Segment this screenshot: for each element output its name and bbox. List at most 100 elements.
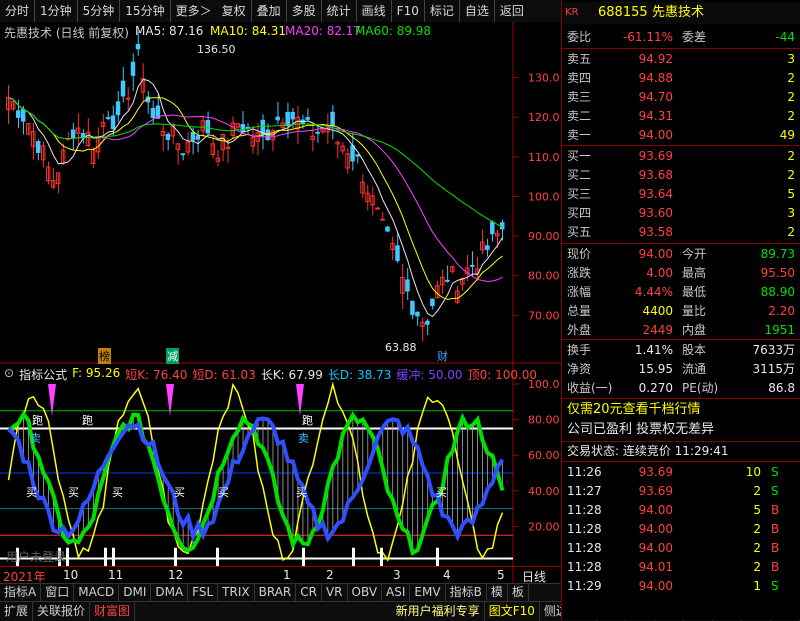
indicator-tab-2[interactable]: MACD [74, 584, 120, 601]
indicator-tab-13[interactable]: 指标B [446, 584, 487, 601]
tick-side: B [771, 503, 780, 517]
candle-body [395, 245, 400, 261]
candle-body [470, 264, 475, 267]
indicator-tab-10[interactable]: OBV [348, 584, 383, 601]
month-tick-3: 1 [283, 568, 291, 582]
sell-row-1[interactable]: 卖一 94.00 49 [562, 126, 800, 145]
indicator-tab-5[interactable]: FSL [188, 584, 219, 601]
toolbar-2[interactable]: 5分钟 [78, 0, 121, 22]
indicator-menu-icon[interactable]: ⊙ [4, 366, 14, 383]
buy-row-3[interactable]: 买三 93.64 5 [562, 185, 800, 204]
ind-top: 顶0: 100.00 [467, 368, 538, 382]
candle-body [150, 108, 156, 118]
buy-row-5[interactable]: 买五 93.58 2 [562, 223, 800, 242]
bottom-bar-1[interactable]: 关联报价 [33, 602, 91, 621]
ind-signal-label: 跑 [32, 414, 43, 427]
buy-volume: 2 [787, 225, 795, 239]
ind-dd: 短D: 61.03 [192, 368, 256, 382]
indicator-tab-4[interactable]: DMA [151, 584, 189, 601]
indicator-tab-7[interactable]: BRAR [255, 584, 297, 601]
month-tick-7: 5 [497, 568, 505, 582]
bottom-bar-2[interactable]: 财富图 [90, 602, 136, 621]
stat2-value-2: 7633万 [752, 343, 795, 357]
tick-row: 11:29 94.00 1 S [562, 577, 800, 596]
candle-body [125, 97, 131, 100]
tick-price: 94.00 [638, 522, 673, 536]
toolbar-0[interactable]: 分时 [0, 0, 36, 22]
side-tab-0[interactable]: 图文F10 [485, 602, 540, 621]
candle-body [425, 320, 430, 325]
buy-price: 93.64 [638, 187, 673, 201]
indicator-tab-9[interactable]: VR [322, 584, 348, 601]
sell-row-2[interactable]: 卖二 94.31 2 [562, 107, 800, 126]
kline-chart[interactable]: 130.0120.0110.0100.090.0080.0070.00 100.… [0, 22, 561, 583]
candle-body [205, 120, 211, 134]
buy-label: 买四 [567, 206, 592, 220]
indicator-tab-bar: 指标A 窗口 MACD DMI DMA FSL TRIX BRAR CR VR OBV ASI EMV 指… [0, 583, 561, 601]
trade-state-text: 交易状态: 连续竞价 11:29:41 [567, 444, 729, 458]
stat-label-2: 今开 [682, 247, 707, 261]
tag-cai[interactable]: 财 [437, 348, 448, 364]
indicator-tab-14[interactable]: 模 [487, 584, 508, 601]
weibi-value: -61.11% [622, 30, 673, 44]
toolbar-5[interactable]: 复权 [217, 0, 252, 22]
candle-body [130, 61, 136, 76]
toolbar-10[interactable]: F10 [392, 0, 425, 22]
ind-signal-label: 跑 [82, 414, 93, 427]
notice-2[interactable]: 公司已盈利 投票权无差异 [562, 420, 800, 440]
ind-bottom-bar [112, 547, 115, 566]
toolbar-8[interactable]: 统计 [322, 0, 357, 22]
stat2-label: 收益(一) [567, 381, 613, 395]
stock-name[interactable]: 先惠技术 [652, 2, 704, 24]
buy-row-1[interactable]: 买一 93.69 2 [562, 147, 800, 166]
stat2-label-2: PE(动) [682, 381, 719, 395]
stat2-label: 净资 [567, 362, 592, 376]
tick-price: 93.69 [638, 484, 673, 498]
sell-row-3[interactable]: 卖三 94.70 2 [562, 88, 800, 107]
toolbar-11[interactable]: 标记 [425, 0, 460, 22]
sell-row-4[interactable]: 卖四 94.88 2 [562, 69, 800, 88]
month-tick-6: 4 [443, 568, 451, 582]
stat-value-2: 95.50 [760, 266, 795, 280]
kr-icon: KR [565, 7, 579, 18]
bottom-bar-0[interactable]: 扩展 [0, 602, 34, 621]
candle-body [380, 218, 385, 221]
buy-row-4[interactable]: 买四 93.60 3 [562, 204, 800, 223]
candle-body [490, 221, 495, 235]
indicator-tab-12[interactable]: EMV [410, 584, 446, 601]
toolbar-4[interactable]: 更多＞ [171, 0, 217, 22]
buy-price: 93.69 [638, 149, 673, 163]
tag-jian[interactable]: 减 [166, 348, 179, 364]
tag-bang[interactable]: 榜 [98, 348, 111, 364]
tick-row: 11:28 94.00 2 B [562, 539, 800, 558]
sell-row-5[interactable]: 卖五 94.92 3 [562, 50, 800, 69]
indicator-tab-8[interactable]: CR [296, 584, 322, 601]
toolbar-3[interactable]: 15分钟 [120, 0, 171, 22]
toolbar-1[interactable]: 1分钟 [35, 0, 78, 22]
login-watermark: 用户未登录 [6, 550, 67, 564]
indicator-tab-11[interactable]: ASI [382, 584, 411, 601]
buy-row-2[interactable]: 买二 93.68 2 [562, 166, 800, 185]
indicator-name[interactable]: 指标公式 [19, 366, 67, 383]
candle-body [15, 110, 21, 118]
stat2-row: 换手 1.41% 股本 7633万 [562, 341, 800, 360]
indicator-tab-1[interactable]: 窗口 [41, 584, 75, 601]
weicha-value: -44 [775, 30, 795, 44]
toolbar-9[interactable]: 画线 [357, 0, 392, 22]
candle-body [35, 141, 41, 153]
ind-f: F: 95.26 [72, 366, 121, 380]
indicator-tab-0[interactable]: 指标A [0, 584, 42, 601]
indicator-tab-3[interactable]: DMI [119, 584, 152, 601]
ind-signal-label: 买 [174, 486, 185, 499]
indicator-tab-6[interactable]: TRIX [218, 584, 255, 601]
notice-1[interactable]: 仅需20元查看千档行情 [562, 400, 800, 420]
tick-row: 11:26 93.69 10 S [562, 463, 800, 482]
indicator-tab-15[interactable]: 板 [508, 584, 529, 601]
tick-time: 11:28 [567, 522, 602, 536]
toolbar-13[interactable]: 返回 [495, 0, 529, 22]
toolbar-6[interactable]: 叠加 [252, 0, 287, 22]
toolbar-12[interactable]: 自选 [460, 0, 495, 22]
toolbar-7[interactable]: 多股 [287, 0, 322, 22]
promo-link[interactable]: 新用户福利专享 [392, 602, 485, 621]
stock-code: 688155 [598, 5, 648, 20]
